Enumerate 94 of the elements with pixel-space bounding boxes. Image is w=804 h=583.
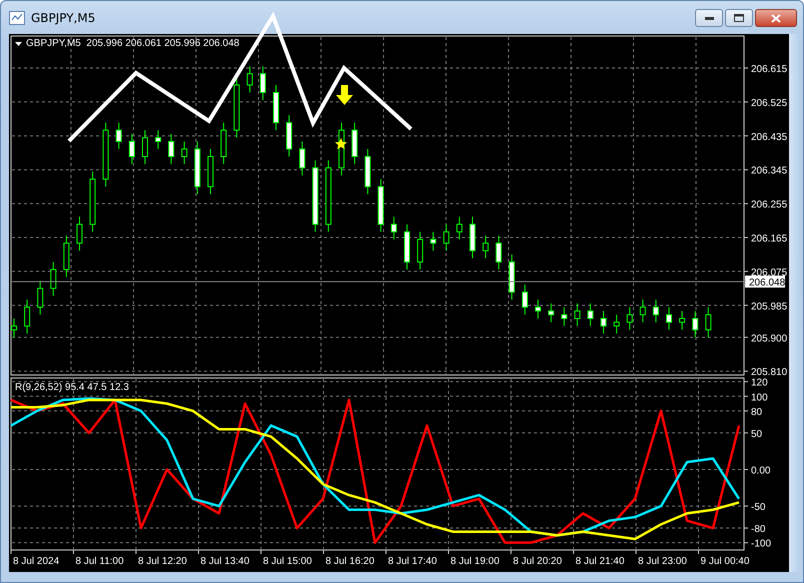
time-axis-label: 8 Jul 23:00 — [638, 556, 687, 567]
candle — [679, 310, 686, 330]
candle — [508, 254, 515, 300]
candle — [234, 76, 240, 138]
time-axis-label: 8 Jul 21:40 — [576, 556, 624, 567]
candle — [194, 140, 200, 195]
time-axis-label: 8 Jul 20:20 — [513, 556, 562, 567]
candle — [378, 178, 384, 232]
current-price-label: 206.048 — [749, 278, 786, 289]
dropdown-triangle-icon[interactable] — [15, 42, 22, 46]
indicator-axis-label: -50 — [751, 502, 766, 514]
indicator-axis-label: -100 — [751, 538, 772, 550]
candle — [102, 122, 109, 188]
price-axis-label: 206.615 — [751, 64, 788, 76]
indicator-label: R(9,26,52) 95.4 47.5 12.3 — [15, 382, 129, 393]
indicator-axis-label: -80 — [751, 524, 766, 536]
candle — [652, 299, 659, 323]
indicator-axis-label: 120 — [751, 378, 768, 389]
candle — [640, 299, 646, 323]
candle — [142, 130, 148, 165]
star-icon — [335, 138, 347, 150]
candle — [390, 216, 397, 240]
scrollbar[interactable] — [789, 34, 799, 572]
price-axis-label: 206.345 — [751, 166, 788, 177]
candle — [352, 122, 358, 165]
candle — [155, 130, 162, 150]
price-axis-label: 206.525 — [751, 98, 788, 109]
candle — [246, 66, 253, 93]
time-axis-label: 8 Jul 12:20 — [138, 556, 187, 567]
candle — [666, 306, 672, 330]
restore-button[interactable] — [725, 9, 753, 27]
price-axis-label: 206.435 — [751, 132, 788, 143]
arrow-down-icon — [336, 85, 353, 105]
time-axis-label: 9 Jul 00:40 — [700, 556, 750, 567]
candle — [273, 84, 279, 131]
candle — [482, 235, 489, 259]
app-icon — [9, 10, 25, 24]
indicator-axis-label: 80 — [751, 406, 762, 418]
candle — [116, 122, 122, 150]
candle — [208, 148, 214, 195]
candle — [443, 224, 450, 252]
candle — [260, 66, 266, 101]
minimize-button[interactable] — [695, 9, 723, 27]
candle — [90, 171, 96, 232]
candle — [692, 310, 698, 338]
price-axis-label: 206.165 — [751, 234, 788, 245]
candle — [299, 140, 306, 176]
candle — [128, 133, 135, 165]
time-axis-label: 8 Jul 16:20 — [326, 556, 374, 567]
candle — [522, 284, 528, 316]
minimize-icon — [704, 16, 714, 20]
candle — [470, 216, 476, 259]
indicator-axis-label: 50 — [751, 428, 762, 440]
indicator-axis-label: 100 — [751, 392, 768, 404]
close-icon — [771, 14, 781, 22]
price-axis-label: 205.985 — [751, 301, 788, 312]
candle — [430, 231, 436, 252]
candle — [181, 140, 188, 165]
time-axis-label: 8 Jul 15:00 — [263, 556, 312, 567]
candle — [417, 231, 424, 270]
candle — [286, 114, 292, 158]
candle — [456, 216, 462, 240]
window-title: GBPJPY,M5 — [31, 10, 96, 24]
candle — [76, 216, 82, 252]
time-axis-label: 8 Jul 2024 — [13, 556, 60, 567]
close-button[interactable] — [755, 9, 797, 27]
time-axis-label: 8 Jul 19:00 — [450, 556, 500, 567]
candle — [548, 302, 554, 323]
candle — [496, 235, 502, 270]
price-axis-label: 205.900 — [751, 333, 788, 344]
symbol-info: GBPJPY,M5 205.996 206.061 205.996 206.048 — [26, 38, 240, 49]
candle — [600, 310, 606, 334]
time-axis-label: 8 Jul 13:40 — [200, 556, 250, 567]
candle — [24, 299, 30, 334]
candle — [574, 302, 580, 327]
candle — [50, 262, 56, 296]
candle — [587, 302, 594, 327]
candle — [614, 314, 620, 334]
price-axis-label: 205.810 — [751, 367, 788, 376]
time-axis-label: 8 Jul 11:00 — [76, 556, 124, 567]
price-axis-label: 206.255 — [751, 200, 788, 211]
candle — [404, 224, 410, 270]
candle — [626, 306, 633, 330]
candle — [364, 148, 371, 195]
time-axis-label: 8 Jul 17:40 — [388, 556, 437, 567]
candle — [37, 280, 44, 316]
candle — [561, 306, 568, 327]
restore-icon — [734, 14, 744, 22]
candle — [535, 299, 541, 319]
candle — [168, 133, 174, 165]
candle — [705, 306, 712, 338]
candle — [63, 235, 70, 278]
indicator-axis-label: 0.00 — [751, 466, 770, 476]
candle — [220, 122, 227, 165]
